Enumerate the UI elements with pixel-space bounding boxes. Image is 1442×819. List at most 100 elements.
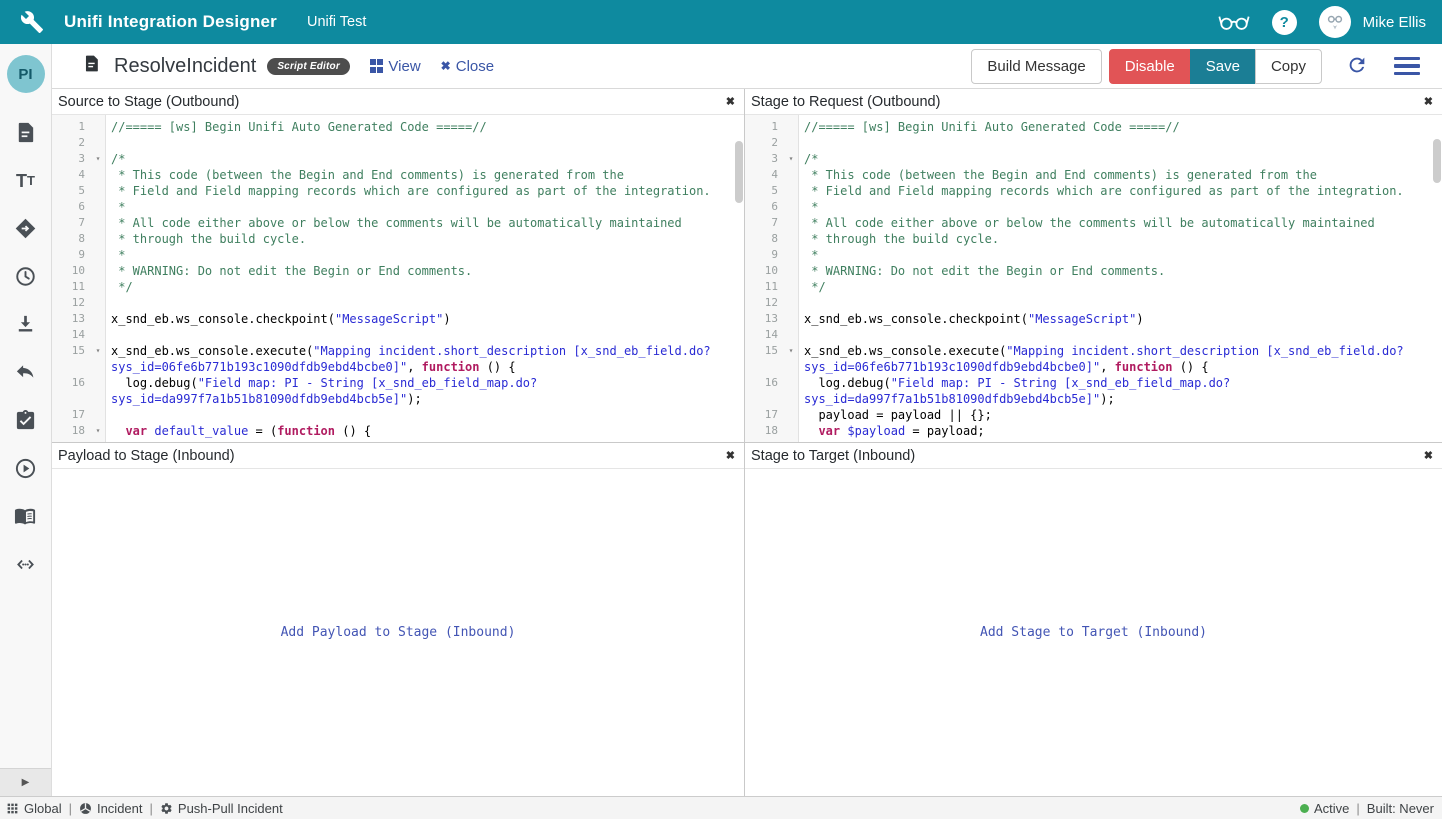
code-line: 7 * All code either above or below the c… (745, 215, 1442, 231)
fold-gutter (783, 247, 799, 263)
code-line: 12 (52, 295, 744, 311)
code-text (799, 327, 1442, 343)
process-item[interactable]: Push-Pull Incident (160, 801, 283, 816)
book-icon[interactable] (14, 505, 37, 528)
help-icon[interactable]: ? (1272, 10, 1297, 35)
fold-gutter (90, 327, 106, 343)
panel-body: 1//===== [ws] Begin Unifi Auto Generated… (52, 115, 744, 442)
disable-button[interactable]: Disable (1109, 49, 1191, 84)
code-line: 16 log.debug("Field map: PI - String [x_… (745, 375, 1442, 407)
text-format-icon[interactable]: TT (14, 169, 37, 192)
panel-close-icon[interactable]: ✖ (1424, 449, 1433, 462)
add-stage-to-target-link[interactable]: Add Stage to Target (Inbound) (980, 625, 1207, 640)
build-message-button[interactable]: Build Message (971, 49, 1101, 84)
script-panels-grid: Source to Stage (Outbound) ✖ 1//===== [w… (52, 89, 1442, 796)
code-line: 5 * Field and Field mapping records whic… (52, 183, 744, 199)
close-record-button[interactable]: ✖ Close (441, 58, 494, 75)
wrench-icon (20, 10, 44, 34)
code-line: 14 (52, 327, 744, 343)
record-toolbar: ResolveIncident Script Editor View ✖ Clo… (52, 44, 1442, 89)
fold-toggle-icon[interactable]: ▾ (90, 423, 106, 439)
code-line: 14 (745, 327, 1442, 343)
history-icon[interactable] (14, 265, 37, 288)
code-icon[interactable] (14, 553, 37, 576)
avatar-face-icon (1324, 11, 1346, 33)
code-text: * (799, 247, 1442, 263)
fold-toggle-icon[interactable]: ▾ (90, 151, 106, 167)
glasses-icon[interactable] (1218, 12, 1250, 32)
status-bar: Global | Incident | Push-Pull Incident A… (0, 796, 1442, 819)
code-text (799, 135, 1442, 151)
code-text: /* (106, 151, 744, 167)
avatar[interactable] (1319, 6, 1351, 38)
scrollbar-thumb[interactable] (1433, 139, 1441, 183)
fold-toggle-icon[interactable]: ▾ (783, 343, 799, 375)
code-text: x_snd_eb.ws_console.checkpoint("MessageS… (799, 311, 1442, 327)
integration-avatar[interactable]: PI (7, 55, 45, 93)
code-line: 18▾ var default_value = (function () { (52, 423, 744, 439)
code-text: payload = payload || {}; (799, 407, 1442, 423)
fold-gutter (783, 327, 799, 343)
code-text: */ (106, 279, 744, 295)
sidebar-collapse-toggle[interactable]: ▶ (0, 768, 51, 796)
panel-close-icon[interactable]: ✖ (726, 449, 735, 462)
panel-source-to-stage: Source to Stage (Outbound) ✖ 1//===== [w… (52, 89, 745, 443)
refresh-button[interactable] (1346, 54, 1368, 79)
fold-gutter (783, 279, 799, 295)
line-number: 2 (52, 135, 90, 151)
panel-header: Payload to Stage (Inbound) ✖ (52, 443, 744, 469)
add-payload-to-stage-link[interactable]: Add Payload to Stage (Inbound) (281, 625, 516, 640)
document-icon[interactable] (14, 121, 37, 144)
code-text: //===== [ws] Begin Unifi Auto Generated … (106, 119, 744, 135)
play-circle-icon[interactable] (14, 457, 37, 480)
record-title: ResolveIncident (114, 55, 256, 78)
code-line: 8 * through the build cycle. (52, 231, 744, 247)
fold-gutter (783, 183, 799, 199)
chevron-right-icon: ▶ (22, 777, 30, 788)
panel-title: Stage to Target (Inbound) (751, 448, 915, 464)
line-number: 7 (745, 215, 783, 231)
download-icon[interactable] (14, 313, 37, 336)
panel-close-icon[interactable]: ✖ (1424, 95, 1433, 108)
copy-button[interactable]: Copy (1255, 49, 1322, 84)
scope-item[interactable]: Global (6, 801, 62, 816)
code-text: var default_value = (function () { (106, 423, 744, 439)
scrollbar-thumb[interactable] (735, 141, 743, 203)
incident-wheel-icon (79, 802, 92, 815)
table-item[interactable]: Incident (79, 801, 143, 816)
code-line: 16 log.debug("Field map: PI - String [x_… (52, 375, 744, 407)
tasks-check-icon[interactable] (14, 409, 37, 432)
line-number: 12 (745, 295, 783, 311)
undo-icon[interactable] (14, 361, 37, 384)
line-number: 13 (745, 311, 783, 327)
code-text: * All code either above or below the com… (799, 215, 1442, 231)
code-line: 10 * WARNING: Do not edit the Begin or E… (745, 263, 1442, 279)
code-editor-source-to-stage[interactable]: 1//===== [ws] Begin Unifi Auto Generated… (52, 115, 744, 442)
panel-payload-to-stage: Payload to Stage (Inbound) ✖ Add Payload… (52, 443, 745, 796)
toolbar-actions: Build Message Disable Save Copy (971, 49, 1428, 84)
panel-body: Add Payload to Stage (Inbound) (52, 469, 744, 796)
panel-close-icon[interactable]: ✖ (726, 95, 735, 108)
menu-button[interactable] (1394, 57, 1420, 75)
fold-gutter (783, 295, 799, 311)
fold-gutter (783, 135, 799, 151)
code-text: x_snd_eb.ws_console.checkpoint("MessageS… (106, 311, 744, 327)
code-line: 5 * Field and Field mapping records whic… (745, 183, 1442, 199)
line-number: 9 (745, 247, 783, 263)
line-number: 8 (745, 231, 783, 247)
line-number: 1 (745, 119, 783, 135)
fold-toggle-icon[interactable]: ▾ (90, 343, 106, 375)
save-button[interactable]: Save (1190, 49, 1256, 84)
code-text: var $payload = payload; (799, 423, 1442, 439)
code-line: 15▾x_snd_eb.ws_console.execute("Mapping … (745, 343, 1442, 375)
line-number: 4 (745, 167, 783, 183)
fold-gutter (90, 295, 106, 311)
fold-gutter (90, 183, 106, 199)
line-number: 10 (52, 263, 90, 279)
view-button[interactable]: View (370, 58, 421, 75)
fold-gutter (90, 311, 106, 327)
line-number: 5 (52, 183, 90, 199)
directions-icon[interactable] (14, 217, 37, 240)
fold-toggle-icon[interactable]: ▾ (783, 151, 799, 167)
code-editor-stage-to-request[interactable]: 1//===== [ws] Begin Unifi Auto Generated… (745, 115, 1442, 442)
